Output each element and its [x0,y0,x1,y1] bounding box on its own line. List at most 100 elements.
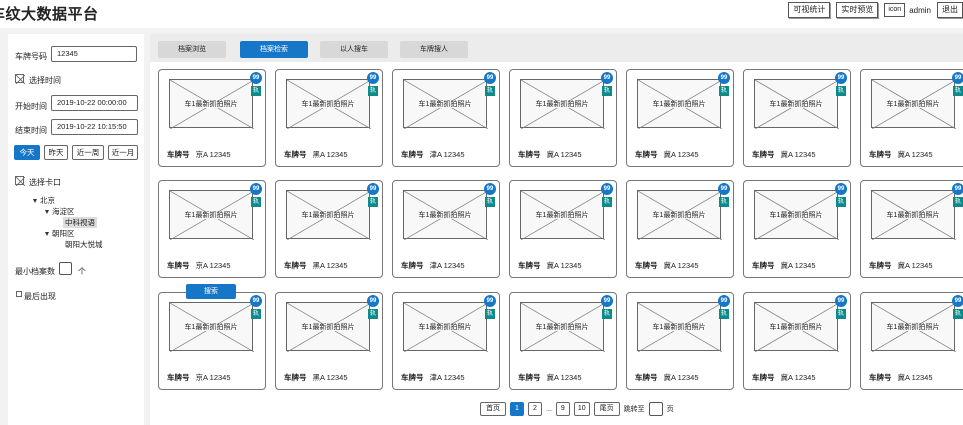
visual-stats-button[interactable]: 可视统计 [788,2,831,18]
plate-number: 京A 12345 [195,373,231,382]
track-icon[interactable]: 轨 [251,86,261,96]
archive-count-badge[interactable]: 99 [601,295,613,307]
track-icon[interactable]: 轨 [836,197,846,207]
vehicle-card[interactable]: 车1最新抓拍照片 99 轨车牌号 冀A 12345 [860,180,963,278]
logout-button[interactable]: 退出 [937,2,963,18]
track-icon[interactable]: 轨 [368,86,378,96]
vehicle-card[interactable]: 车1最新抓拍照片 99 轨车牌号 冀A 12345 [509,292,617,390]
archive-count-badge[interactable]: 99 [718,183,730,195]
track-icon[interactable]: 轨 [602,86,612,96]
vehicle-card[interactable]: 车1最新抓拍照片 99 轨车牌号 冀A 12345 [626,180,734,278]
min-archive-input[interactable] [59,262,72,275]
track-icon[interactable]: 轨 [251,309,261,319]
archive-count-badge[interactable]: 99 [250,72,262,84]
archive-count-badge[interactable]: 99 [367,295,379,307]
tab-archive-search[interactable]: 档案检索 [240,41,308,58]
track-icon[interactable]: 轨 [836,86,846,96]
tree-node-beijing[interactable]: 北京 [33,195,55,206]
latest-appear-checkbox[interactable] [16,291,22,297]
vehicle-card[interactable]: 车1最新抓拍照片 99 轨车牌号 冀A 12345 [743,292,851,390]
vehicle-card[interactable]: 车1最新抓拍照片 99 轨车牌号 黑A 12345 [275,69,383,167]
archive-count-badge[interactable]: 99 [952,183,963,195]
track-icon[interactable]: 轨 [836,309,846,319]
track-icon[interactable]: 轨 [368,197,378,207]
vehicle-card[interactable]: 车1最新抓拍照片 99 轨车牌号 津A 12345 [392,69,500,167]
start-time-input[interactable]: 2019-10-22 00:00:00 [51,95,138,111]
vehicle-card[interactable]: 车1最新抓拍照片 99 轨车牌号 冀A 12345 [626,69,734,167]
archive-count-badge[interactable]: 99 [250,295,262,307]
archive-count-badge[interactable]: 99 [601,183,613,195]
vehicle-card[interactable]: 车1最新抓拍照片 99 轨车牌号 冀A 12345 [743,69,851,167]
vehicle-card[interactable]: 车1最新抓拍照片 99 轨车牌号 冀A 12345 [743,180,851,278]
track-icon[interactable]: 轨 [719,309,729,319]
archive-count-badge[interactable]: 99 [835,72,847,84]
tree-node-zhongke[interactable]: 中科视语 [63,217,97,228]
archive-count-badge[interactable]: 99 [250,183,262,195]
page-button-10[interactable]: 10 [573,402,590,416]
track-icon[interactable]: 轨 [953,86,963,96]
quick-week-button[interactable]: 近一周 [72,145,104,160]
plate-number: 冀A 12345 [546,261,582,270]
end-time-input[interactable]: 2019-10-22 10:15:50 [51,119,138,135]
vehicle-card[interactable]: 车1最新抓拍照片 99 轨车牌号 冀A 12345 [509,180,617,278]
track-icon[interactable]: 轨 [368,309,378,319]
track-icon[interactable]: 轨 [485,309,495,319]
last-page-button[interactable]: 尾页 [593,402,620,416]
page-button-2[interactable]: 2 [528,402,542,416]
quick-today-button[interactable]: 今天 [14,145,40,160]
search-button[interactable]: 搜索 [186,284,236,299]
vehicle-card[interactable]: 车1最新抓拍照片 99 轨车牌号 黑A 12345 [275,180,383,278]
track-icon[interactable]: 轨 [719,197,729,207]
archive-count-badge[interactable]: 99 [952,72,963,84]
vehicle-card[interactable]: 车1最新抓拍照片 99 轨车牌号 京A 12345 [158,69,266,167]
page-button-1[interactable]: 1 [510,402,524,416]
vehicle-card[interactable]: 车1最新抓拍照片 99 轨车牌号 京A 12345 [158,180,266,278]
vehicle-card[interactable]: 车1最新抓拍照片 99 轨车牌号 津A 12345 [392,292,500,390]
vehicle-card[interactable]: 车1最新抓拍照片 99 轨车牌号 冀A 12345 [509,69,617,167]
vehicle-card[interactable]: 车1最新抓拍照片 99 轨车牌号 冀A 12345 [860,292,963,390]
track-icon[interactable]: 轨 [953,197,963,207]
archive-count-badge[interactable]: 99 [367,72,379,84]
tab-archive-browse[interactable]: 档案浏览 [158,41,226,58]
track-icon[interactable]: 轨 [953,309,963,319]
track-icon[interactable]: 轨 [251,197,261,207]
vehicle-card[interactable]: 车1最新抓拍照片 99 轨车牌号 冀A 12345 [860,69,963,167]
tree-node-joycity[interactable]: 朝阳大悦城 [65,239,103,250]
user-avatar-icon[interactable]: icon [884,3,906,17]
tree-node-chaoyang[interactable]: 朝阳区 [45,228,75,239]
archive-count-badge[interactable]: 99 [952,295,963,307]
vehicle-card[interactable]: 车1最新抓拍照片 99 轨车牌号 津A 12345 [392,180,500,278]
track-icon[interactable]: 轨 [602,197,612,207]
vehicle-card[interactable]: 车1最新抓拍照片 99 轨车牌号 冀A 12345 [626,292,734,390]
archive-count-badge[interactable]: 99 [601,72,613,84]
first-page-button[interactable]: 首页 [480,402,506,416]
vehicle-card[interactable]: 车1最新抓拍照片 99 轨车牌号 京A 12345 搜索 [158,284,266,390]
quick-yesterday-button[interactable]: 昨天 [44,145,68,160]
plate-input[interactable]: 12345 [51,46,137,62]
track-icon[interactable]: 轨 [485,86,495,96]
archive-count-badge[interactable]: 99 [367,183,379,195]
archive-count-badge[interactable]: 99 [718,72,730,84]
plate-label: 车牌号 [284,150,307,159]
track-icon[interactable]: 轨 [719,86,729,96]
tree-node-haidian[interactable]: 海淀区 [45,206,75,217]
archive-count-badge[interactable]: 99 [484,72,496,84]
select-checkpoint-checkbox[interactable] [15,176,25,186]
realtime-preview-button[interactable]: 实时预览 [836,2,879,18]
tab-person-to-car[interactable]: 以人搜车 [320,41,388,58]
track-icon[interactable]: 轨 [602,309,612,319]
user-area[interactable]: icon admin [884,3,931,17]
archive-count-badge[interactable]: 99 [718,295,730,307]
track-icon[interactable]: 轨 [485,197,495,207]
tab-plate-to-person[interactable]: 车牌搜人 [400,41,468,58]
plate-number: 津A 12345 [429,373,465,382]
select-time-checkbox[interactable] [15,74,25,84]
archive-count-badge[interactable]: 99 [484,183,496,195]
archive-count-badge[interactable]: 99 [484,295,496,307]
jump-page-input[interactable] [648,402,663,416]
page-button-9[interactable]: 9 [555,402,570,416]
archive-count-badge[interactable]: 99 [835,183,847,195]
vehicle-card[interactable]: 车1最新抓拍照片 99 轨车牌号 黑A 12345 [275,292,383,390]
archive-count-badge[interactable]: 99 [835,295,847,307]
quick-month-button[interactable]: 近一月 [108,145,138,160]
